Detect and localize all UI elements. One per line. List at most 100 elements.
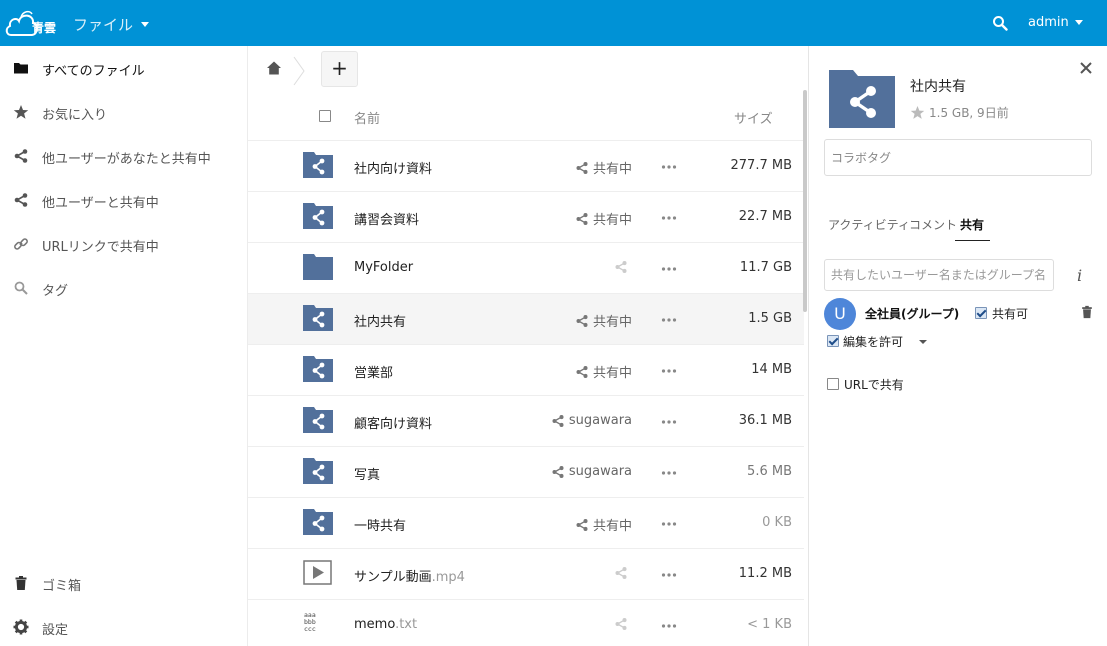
file-basename: memo <box>354 617 396 632</box>
nav-item-trash[interactable]: ゴミ箱 <box>0 561 247 605</box>
nav-item-tags[interactable]: タグ <box>0 266 247 310</box>
file-name[interactable]: 社内向け資料 <box>354 158 432 177</box>
app-menu[interactable]: ファイル <box>73 14 150 35</box>
tab-sharing[interactable]: 共有 <box>955 216 991 241</box>
tab-comments[interactable]: コメント <box>909 216 957 240</box>
url-share-label[interactable]: URLで共有 <box>844 376 904 393</box>
table-row[interactable]: 営業部 共有中 14 MB <box>248 345 804 396</box>
share-status-label: 共有中 <box>592 366 632 381</box>
chevron-down-icon <box>1074 20 1083 25</box>
file-size: 36.1 MB <box>738 413 792 428</box>
share-status[interactable]: 共有中 <box>575 311 632 330</box>
tab-activity[interactable]: アクティビティ <box>828 216 910 240</box>
share-status[interactable]: 共有中 <box>575 209 632 228</box>
user-menu[interactable]: admin <box>1028 15 1083 30</box>
chevron-down-icon[interactable] <box>919 340 927 344</box>
nav-item-label: タグ <box>42 284 69 299</box>
file-name[interactable]: 社内共有 <box>354 311 406 330</box>
file-name[interactable]: 一時共有 <box>354 515 406 534</box>
gear-icon <box>13 619 29 635</box>
nav-item-label: すべてのファイル <box>42 64 145 79</box>
more-actions-icon[interactable] <box>661 618 677 634</box>
share-status[interactable] <box>614 260 632 274</box>
table-row[interactable]: 社内共有 共有中 1.5 GB <box>248 294 804 345</box>
file-name[interactable]: 営業部 <box>354 362 393 381</box>
table-row[interactable]: 顧客向け資料 sugawara 36.1 MB <box>248 396 804 447</box>
more-actions-icon[interactable] <box>661 516 677 532</box>
file-size: 14 MB <box>751 362 792 377</box>
table-row[interactable]: サンプル動画.mp4 11.2 MB <box>248 549 804 600</box>
nav-item-favorites[interactable]: お気に入り <box>0 90 247 134</box>
file-size: 1.5 GB <box>748 311 792 326</box>
tag-search-icon <box>14 281 28 295</box>
table-row[interactable]: MyFolder 11.7 GB <box>248 243 804 294</box>
table-row[interactable]: aaa bbb ccc memo.txt < 1 KB <box>248 600 804 646</box>
can-edit-checkbox[interactable] <box>827 335 839 347</box>
file-name[interactable]: MyFolder <box>354 260 413 275</box>
shared-folder-icon <box>303 356 333 382</box>
more-actions-icon[interactable] <box>661 210 677 226</box>
star-icon <box>13 105 29 119</box>
file-size: 277.7 MB <box>730 158 792 173</box>
star-icon[interactable] <box>910 105 925 120</box>
nav-item-shared-by-link[interactable]: URLリンクで共有中 <box>0 222 247 266</box>
table-row[interactable]: 一時共有 共有中 0 KB <box>248 498 804 549</box>
trash-icon[interactable] <box>1080 305 1094 319</box>
file-name[interactable]: 写真 <box>354 464 380 483</box>
shared-folder-icon <box>303 407 333 433</box>
table-row[interactable]: 講習会資料 共有中 22.7 MB <box>248 192 804 243</box>
cloud-logo[interactable]: 青雲 <box>4 6 70 40</box>
scrollbar[interactable] <box>803 90 807 312</box>
file-name[interactable]: サンプル動画.mp4 <box>354 566 465 585</box>
folder-icon <box>14 63 28 74</box>
url-share-checkbox[interactable] <box>827 378 839 390</box>
can-share-label[interactable]: 共有可 <box>992 305 1028 322</box>
top-header: 青雲 ファイル admin <box>0 0 1107 46</box>
share-status[interactable]: 共有中 <box>575 362 632 381</box>
can-edit-label[interactable]: 編集を許可 <box>843 333 903 350</box>
share-status[interactable]: 共有中 <box>575 158 632 177</box>
avatar: U <box>824 298 856 330</box>
file-name[interactable]: 講習会資料 <box>354 209 419 228</box>
can-share-checkbox[interactable] <box>975 307 987 319</box>
share-status[interactable]: sugawara <box>551 464 632 479</box>
file-basename: 一時共有 <box>354 519 407 534</box>
more-actions-icon[interactable] <box>661 312 677 328</box>
file-basename: サンプル動画 <box>354 570 432 585</box>
nav-item-shared-with-you[interactable]: 他ユーザーがあなたと共有中 <box>0 134 247 178</box>
file-extension: .txt <box>395 617 418 632</box>
more-actions-icon[interactable] <box>661 465 677 481</box>
share-status-label: 共有中 <box>592 315 632 330</box>
search-icon[interactable] <box>992 15 1008 31</box>
share-status[interactable] <box>614 617 632 631</box>
table-row[interactable]: 写真 sugawara 5.6 MB <box>248 447 804 498</box>
table-row[interactable]: 社内向け資料 共有中 277.7 MB <box>248 141 804 192</box>
share-icon <box>615 261 627 273</box>
share-status[interactable]: 共有中 <box>575 515 632 534</box>
column-header-name[interactable]: 名前 <box>354 108 380 127</box>
share-status[interactable]: sugawara <box>551 413 632 428</box>
nav-item-shared-with-others[interactable]: 他ユーザーと共有中 <box>0 178 247 222</box>
more-actions-icon[interactable] <box>661 567 677 583</box>
collaborative-tags-input[interactable] <box>824 139 1092 176</box>
file-name[interactable]: 顧客向け資料 <box>354 413 432 432</box>
select-all-checkbox[interactable] <box>319 110 331 122</box>
file-list: 名前 サイズ 社内向け資料 共有中 277.7 MB 講習会資料 共有中 22.7 MB M… <box>248 94 804 646</box>
nav-item-all-files[interactable]: すべてのファイル <box>0 46 247 90</box>
home-icon[interactable] <box>266 60 282 76</box>
text-file-icon: aaabbbccc <box>304 611 316 633</box>
more-actions-icon[interactable] <box>661 261 677 277</box>
file-basename: 顧客向け資料 <box>354 417 433 432</box>
nav-item-settings[interactable]: 設定 <box>0 605 247 646</box>
more-actions-icon[interactable] <box>661 363 677 379</box>
file-name[interactable]: memo.txt <box>354 617 417 632</box>
share-with-input[interactable] <box>824 259 1054 291</box>
info-icon[interactable]: i <box>1077 266 1082 285</box>
close-icon[interactable] <box>1079 61 1093 75</box>
share-icon <box>552 465 564 478</box>
more-actions-icon[interactable] <box>661 414 677 430</box>
share-status[interactable] <box>614 566 632 580</box>
column-header-size[interactable]: サイズ <box>734 108 773 127</box>
more-actions-icon[interactable] <box>661 159 677 175</box>
new-button[interactable]: + <box>321 51 358 87</box>
